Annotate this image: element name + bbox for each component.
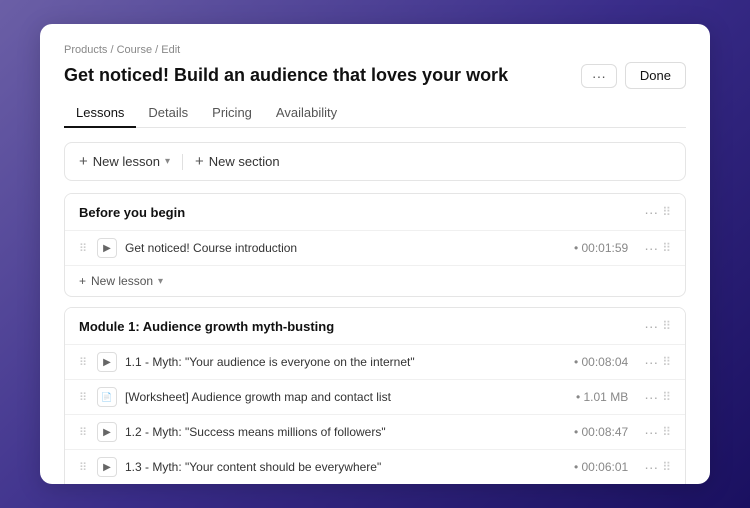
lesson-type-icon: ▶ (97, 457, 117, 477)
lesson-drag-icon[interactable]: ⠿ (662, 425, 671, 439)
lesson-row: ⠿ 📄 [Worksheet] Audience growth map and … (65, 379, 685, 414)
section-drag-handle[interactable]: ⠿ (662, 319, 671, 333)
toolbar-divider (182, 154, 183, 170)
lesson-more-button[interactable]: ··· (644, 424, 658, 440)
lesson-type-icon: ▶ (97, 422, 117, 442)
chevron-down-icon: ▾ (165, 156, 170, 167)
lesson-duration: • 00:01:59 (574, 241, 628, 255)
lesson-type-icon: 📄 (97, 387, 117, 407)
lesson-name: 1.1 - Myth: "Your audience is everyone o… (125, 355, 566, 369)
lesson-actions: ··· ⠿ (644, 389, 671, 405)
lesson-type-icon: ▶ (97, 352, 117, 372)
lesson-more-button[interactable]: ··· (644, 459, 658, 475)
lesson-more-button[interactable]: ··· (644, 354, 658, 370)
toolbar: + New lesson ▾ + New section (64, 142, 686, 181)
lesson-drag-icon[interactable]: ⠿ (662, 460, 671, 474)
header-actions: ··· Done (581, 62, 686, 89)
lesson-name: 1.3 - Myth: "Your content should be ever… (125, 460, 566, 474)
page-title: Get noticed! Build an audience that love… (64, 65, 508, 86)
lesson-type-icon: ▶ (97, 238, 117, 258)
section-drag-handle[interactable]: ⠿ (662, 205, 671, 219)
lesson-row: ⠿ ▶ 1.1 - Myth: "Your audience is everyo… (65, 344, 685, 379)
section-title: Module 1: Audience growth myth-busting (79, 319, 334, 334)
plus-icon: + (195, 153, 204, 170)
lesson-actions: ··· ⠿ (644, 354, 671, 370)
lesson-name: [Worksheet] Audience growth map and cont… (125, 390, 568, 404)
breadcrumb: Products / Course / Edit (64, 44, 686, 56)
lesson-drag-handle[interactable]: ⠿ (79, 391, 89, 404)
tab-availability[interactable]: Availability (264, 99, 349, 128)
lesson-more-button[interactable]: ··· (644, 389, 658, 405)
lesson-name: 1.2 - Myth: "Success means millions of f… (125, 425, 566, 439)
lesson-drag-handle[interactable]: ⠿ (79, 426, 89, 439)
lesson-actions: ··· ⠿ (644, 459, 671, 475)
lesson-more-button[interactable]: ··· (644, 240, 658, 256)
lesson-drag-icon[interactable]: ⠿ (662, 355, 671, 369)
lesson-duration: • 00:08:47 (574, 425, 628, 439)
lesson-actions: ··· ⠿ (644, 240, 671, 256)
plus-icon: + (79, 274, 86, 288)
section-actions: ··· ⠿ (644, 204, 671, 220)
section-header: Module 1: Audience growth myth-busting ·… (65, 308, 685, 344)
add-lesson-inline-button[interactable]: + New lesson ▾ (79, 274, 163, 288)
tabs-bar: Lessons Details Pricing Availability (64, 99, 686, 128)
lesson-drag-icon[interactable]: ⠿ (662, 390, 671, 404)
tab-pricing[interactable]: Pricing (200, 99, 264, 128)
lesson-row: ⠿ ▶ 1.3 - Myth: "Your content should be … (65, 449, 685, 484)
lesson-actions: ··· ⠿ (644, 424, 671, 440)
add-lesson-row: + New lesson ▾ (65, 265, 685, 296)
lesson-size: • 1.01 MB (576, 390, 628, 404)
lesson-drag-handle[interactable]: ⠿ (79, 461, 89, 474)
lesson-name: Get noticed! Course introduction (125, 241, 566, 255)
section-before-you-begin: Before you begin ··· ⠿ ⠿ ▶ Get noticed! … (64, 193, 686, 297)
main-card: Products / Course / Edit Get noticed! Bu… (40, 24, 710, 484)
done-button[interactable]: Done (625, 62, 686, 89)
lesson-row: ⠿ ▶ 1.2 - Myth: "Success means millions … (65, 414, 685, 449)
plus-icon: + (79, 153, 88, 170)
section-more-button[interactable]: ··· (644, 318, 658, 334)
lesson-row: ⠿ ▶ Get noticed! Course introduction • 0… (65, 230, 685, 265)
lesson-drag-handle[interactable]: ⠿ (79, 242, 89, 255)
lesson-drag-icon[interactable]: ⠿ (662, 241, 671, 255)
section-module-1: Module 1: Audience growth myth-busting ·… (64, 307, 686, 484)
new-section-button[interactable]: + New section (195, 153, 280, 170)
tab-lessons[interactable]: Lessons (64, 99, 136, 128)
section-more-button[interactable]: ··· (644, 204, 658, 220)
header-row: Get noticed! Build an audience that love… (64, 62, 686, 89)
section-actions: ··· ⠿ (644, 318, 671, 334)
section-title: Before you begin (79, 205, 185, 220)
lesson-duration: • 00:06:01 (574, 460, 628, 474)
new-lesson-button[interactable]: + New lesson ▾ (79, 153, 170, 170)
tab-details[interactable]: Details (136, 99, 200, 128)
chevron-down-icon: ▾ (158, 276, 163, 287)
section-header: Before you begin ··· ⠿ (65, 194, 685, 230)
lesson-duration: • 00:08:04 (574, 355, 628, 369)
more-options-button[interactable]: ··· (581, 64, 617, 88)
lesson-drag-handle[interactable]: ⠿ (79, 356, 89, 369)
